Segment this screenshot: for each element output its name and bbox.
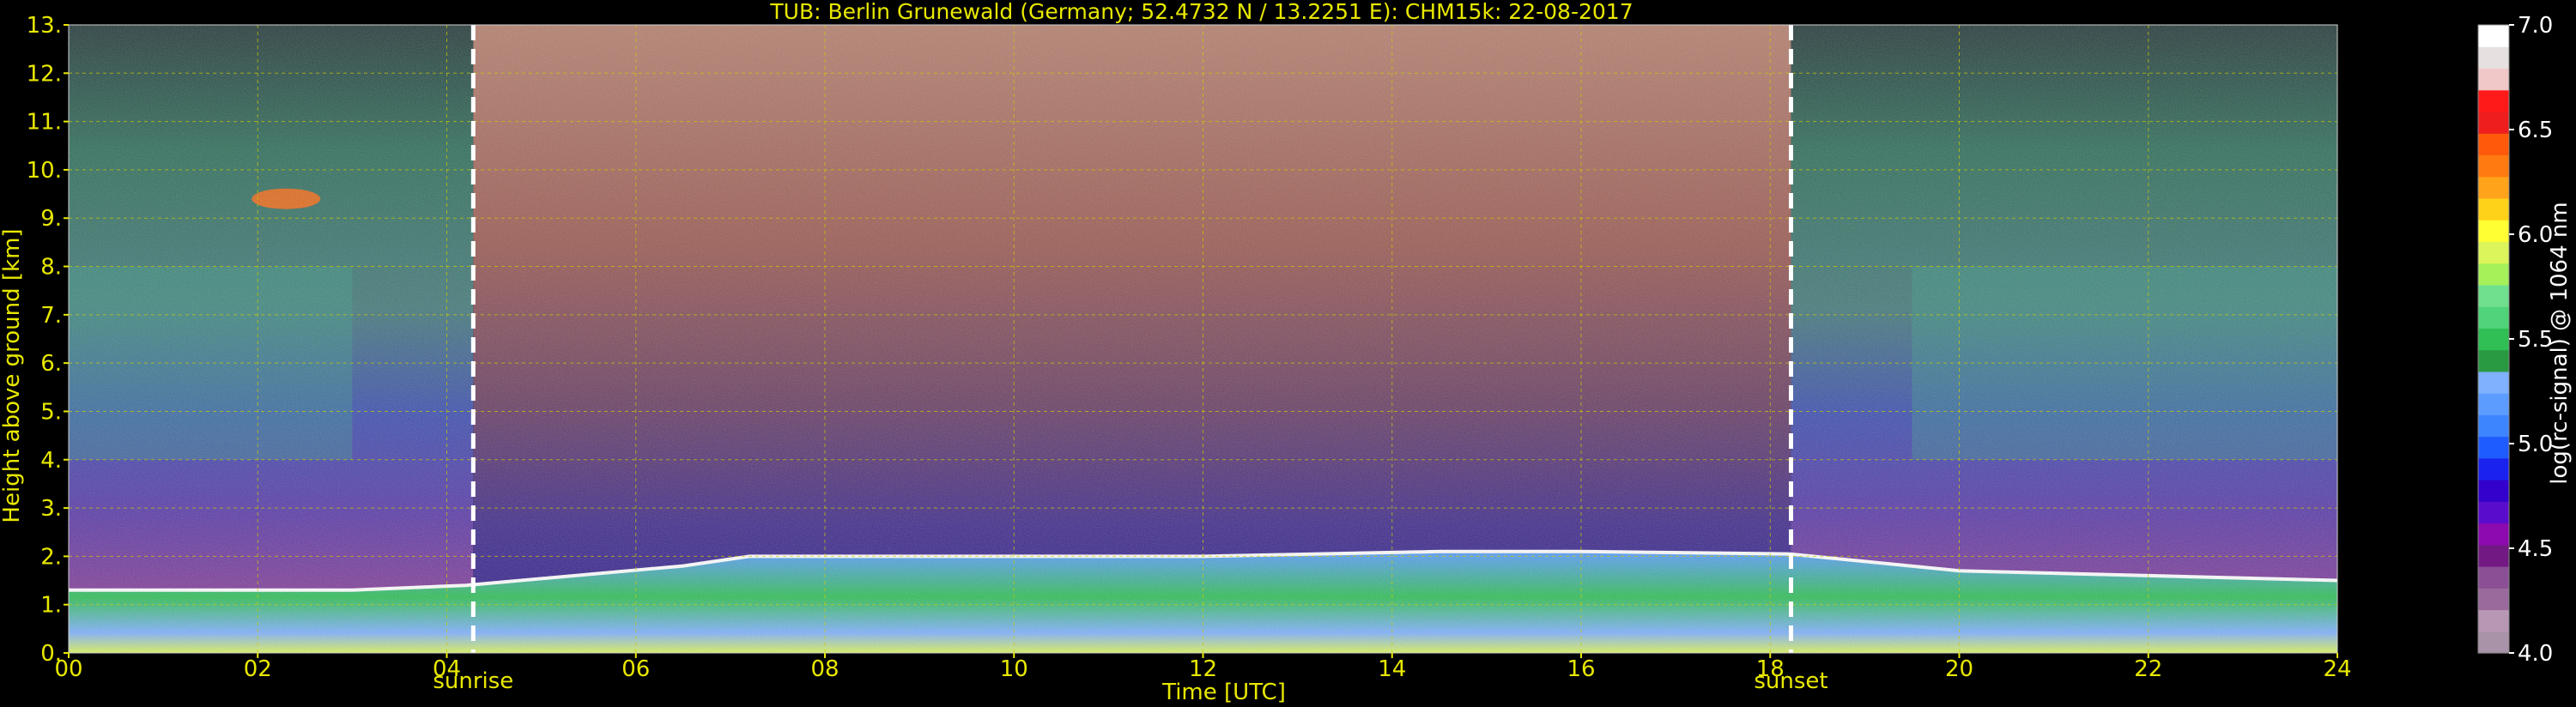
colorbar-segment (2478, 501, 2509, 524)
colorbar-segment (2478, 220, 2509, 243)
colorbar-segment (2478, 133, 2509, 156)
x-tick-label: 10 (1000, 656, 1028, 682)
colorbar-segment (2478, 393, 2509, 415)
x-tick-label: 14 (1378, 656, 1406, 682)
y-tick-label: 5. (40, 399, 62, 425)
x-tick-label: 22 (2134, 656, 2162, 682)
ceilometer-figure: TUB: Berlin Grunewald (Germany; 52.4732 … (0, 0, 2573, 705)
colorbar-tick-label: 6.5 (2518, 118, 2553, 143)
plot-area: sunrise sunset (68, 24, 2338, 694)
colorbar-segment (2478, 154, 2509, 178)
colorbar-segment (2478, 457, 2509, 480)
signal-noise-texture (69, 25, 2337, 653)
colorbar-segment (2478, 68, 2509, 91)
y-tick-label: 9. (40, 206, 62, 232)
x-tick-label: 24 (2323, 656, 2351, 682)
colorbar-segment (2478, 544, 2509, 567)
y-tick-label: 8. (40, 255, 62, 281)
colorbar-segment (2478, 197, 2509, 221)
y-tick-label: 10. (27, 158, 62, 184)
x-tick-label: 12 (1189, 656, 1217, 682)
colorbar-segment (2478, 89, 2509, 112)
x-tick-label: 02 (244, 656, 272, 682)
colorbar-segment (2478, 480, 2509, 502)
x-tick-label: 08 (810, 656, 839, 682)
colorbar-segment (2478, 111, 2509, 134)
colorbar-tick-label: 4.5 (2518, 536, 2553, 562)
chart-title: TUB: Berlin Grunewald (Germany; 52.4732 … (769, 0, 1633, 24)
x-tick-label: 20 (1945, 656, 1973, 682)
x-axis-label: Time [UTC] (1161, 680, 1286, 705)
colorbar-segment (2478, 263, 2509, 286)
x-tick-label: 16 (1567, 656, 1595, 682)
colorbar-segment (2478, 371, 2509, 394)
colorbar-label: log(rc-signal) @ 1064 nm (2547, 202, 2573, 484)
colorbar-segment (2478, 306, 2509, 329)
y-tick-label: 7. (40, 303, 62, 329)
colorbar-segment (2478, 284, 2509, 307)
colorbar-segment (2478, 241, 2509, 264)
colorbar-tick-label: 4.0 (2518, 641, 2553, 667)
colorbar-tick-label: 7.0 (2518, 13, 2553, 39)
x-tick-label: 04 (433, 656, 461, 682)
y-tick-label: 12. (27, 61, 62, 87)
colorbar-segment (2478, 588, 2509, 611)
colorbar-segment (2478, 631, 2509, 654)
colorbar-segment (2478, 25, 2509, 47)
y-tick-label: 2. (40, 544, 62, 570)
x-tick-label: 18 (1756, 656, 1785, 682)
y-tick-label: 3. (40, 496, 62, 522)
colorbar-segment (2478, 436, 2509, 459)
y-tick-label: 11. (27, 110, 62, 136)
colorbar-segment (2478, 349, 2509, 372)
y-axis-label: Height above ground [km] (0, 228, 25, 523)
y-tick-label: 13. (27, 13, 62, 39)
colorbar-segment (2478, 176, 2509, 199)
y-tick-label: 0. (40, 641, 62, 667)
colorbar-segment (2478, 609, 2509, 632)
colorbar-segment (2478, 566, 2509, 589)
colorbar-segment (2478, 328, 2509, 351)
colorbar-segment (2478, 46, 2509, 69)
y-tick-label: 4. (40, 448, 62, 474)
colorbar-segment (2478, 523, 2509, 546)
y-tick-label: 6. (40, 351, 62, 377)
y-tick-label: 1. (40, 593, 62, 619)
colorbar-segment (2478, 414, 2509, 438)
x-tick-label: 06 (621, 656, 650, 682)
